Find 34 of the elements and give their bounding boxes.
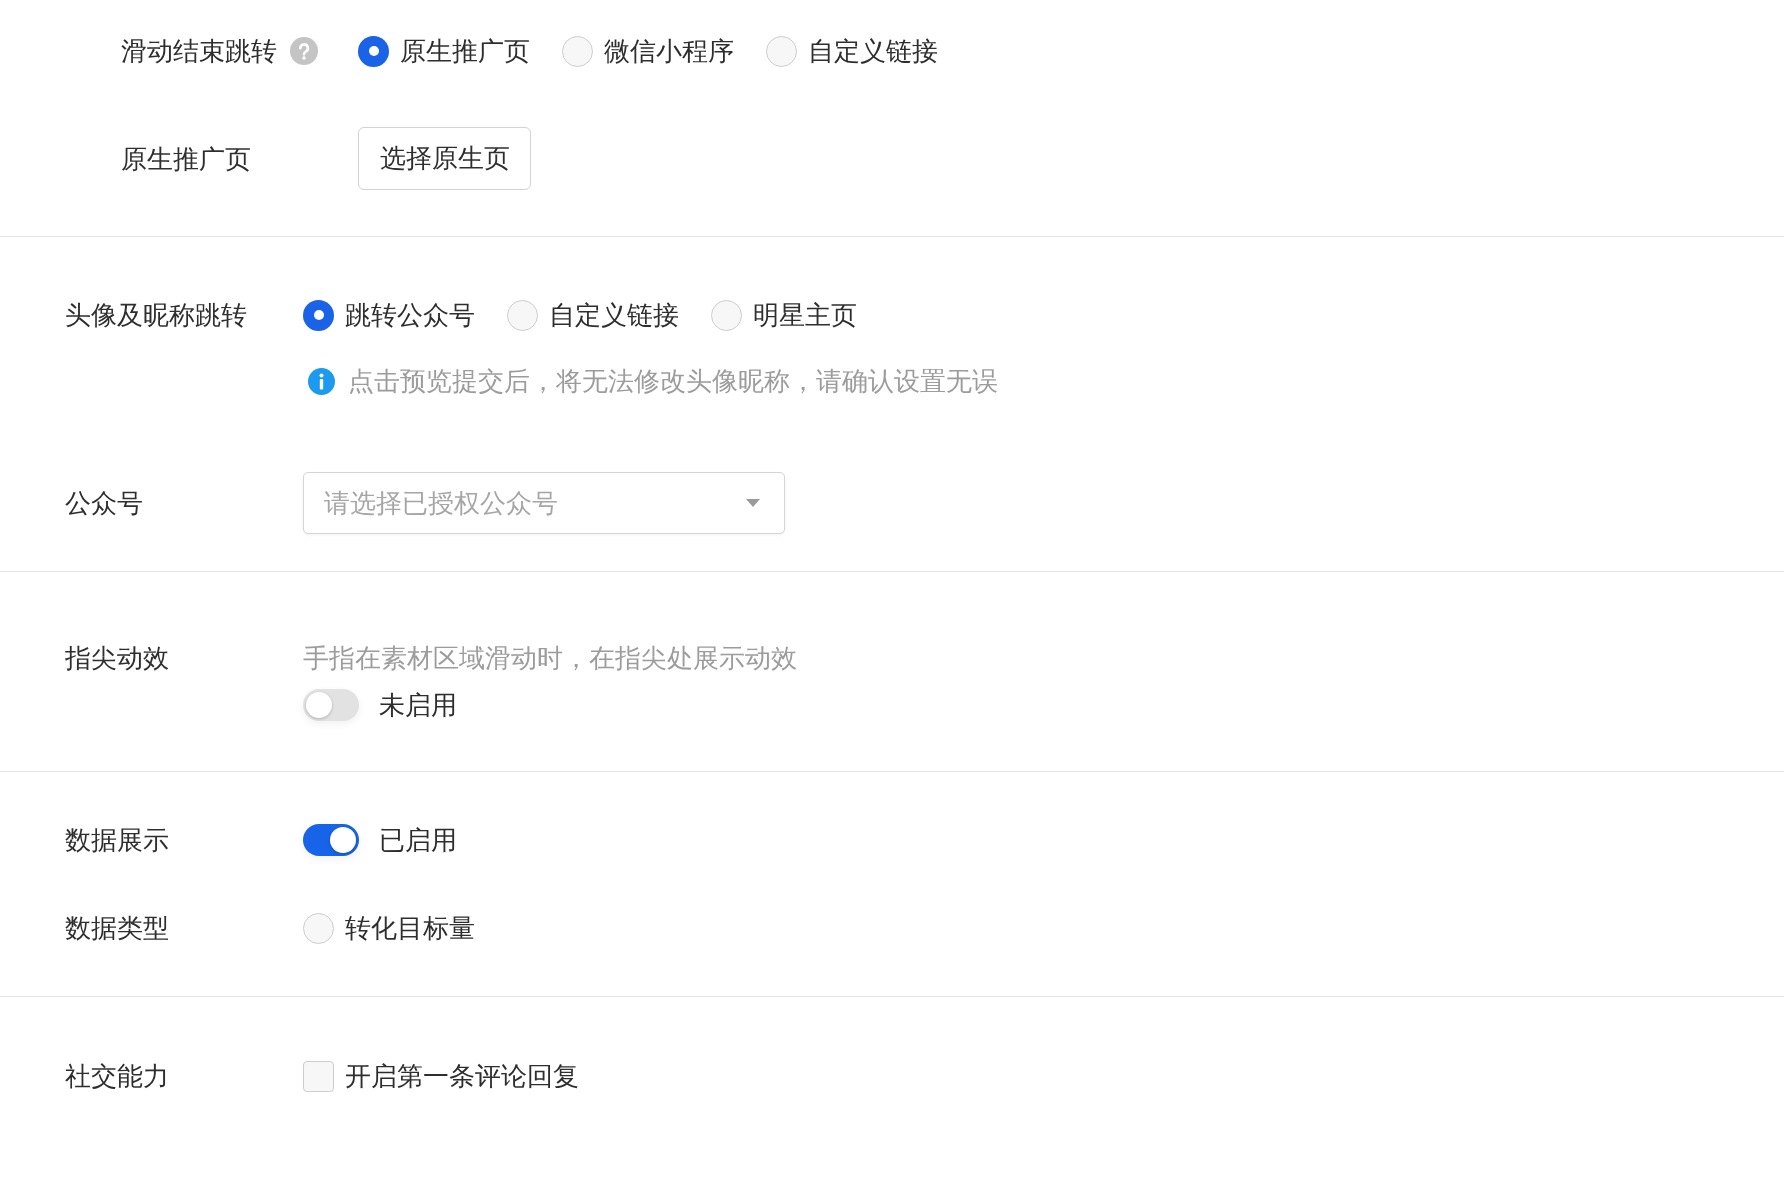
radio-button[interactable] xyxy=(766,35,797,67)
radio-button[interactable] xyxy=(562,35,593,67)
radio-label[interactable]: 明星主页 xyxy=(753,295,857,335)
radio-label[interactable]: 原生推广页 xyxy=(400,31,530,71)
field-label: 公众号 xyxy=(65,487,143,520)
select-page-button[interactable]: 选择原生页 xyxy=(358,127,531,190)
toggle-switch[interactable] xyxy=(303,689,359,721)
field-label: 数据展示 xyxy=(65,824,169,857)
checkbox-label[interactable]: 开启第一条评论回复 xyxy=(345,1056,579,1096)
help-icon[interactable] xyxy=(290,37,318,65)
radio-button[interactable] xyxy=(303,912,334,944)
radio-button[interactable] xyxy=(303,299,334,331)
radio-label[interactable]: 转化目标量 xyxy=(345,908,475,948)
field-label: 社交能力 xyxy=(65,1060,169,1093)
status-text: 已启用 xyxy=(379,824,457,857)
field-label: 指尖动效 xyxy=(65,642,169,675)
radio-label[interactable]: 自定义链接 xyxy=(549,295,679,335)
radio-label[interactable]: 跳转公众号 xyxy=(345,295,475,335)
status-text: 未启用 xyxy=(379,689,457,722)
checkbox[interactable] xyxy=(303,1060,334,1092)
notice-text: 点击预览提交后，将无法修改头像昵称，请确认设置无误 xyxy=(348,365,998,398)
info-icon xyxy=(308,367,335,395)
toggle-switch[interactable] xyxy=(303,824,359,856)
radio-label[interactable]: 微信小程序 xyxy=(604,31,734,71)
field-label: 头像及昵称跳转 xyxy=(65,299,247,332)
radio-button[interactable] xyxy=(507,299,538,331)
caret-down-icon xyxy=(746,499,760,507)
radio-button[interactable] xyxy=(711,299,742,331)
field-label: 原生推广页 xyxy=(121,142,251,176)
field-label: 数据类型 xyxy=(65,912,169,945)
radio-label[interactable]: 自定义链接 xyxy=(808,31,938,71)
hint-text: 手指在素材区域滑动时，在指尖处展示动效 xyxy=(303,642,797,675)
radio-button[interactable] xyxy=(358,35,389,67)
field-label: 滑动结束跳转 xyxy=(121,35,277,68)
